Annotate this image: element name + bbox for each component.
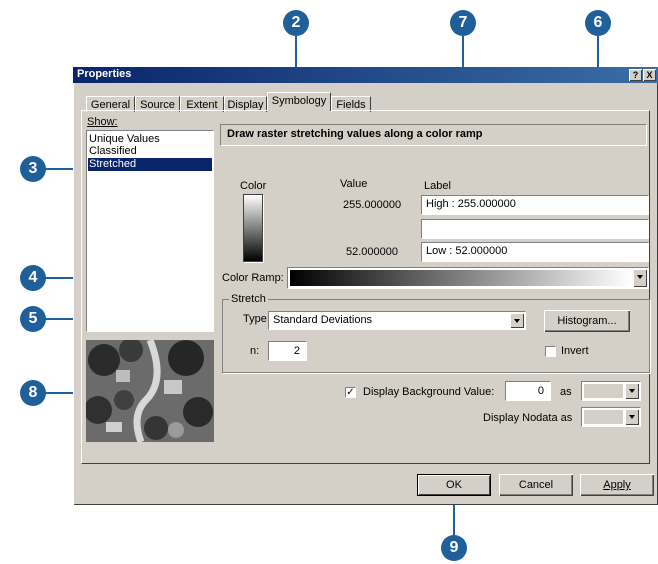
as-label: as [560,386,572,398]
nodata-label: Display Nodata as [483,412,573,424]
show-list: Unique Values Classified Stretched [86,130,214,332]
callout-2: 2 [283,10,309,36]
color-ramp-label: Color Ramp: [222,272,284,284]
chevron-down-icon[interactable] [510,313,524,328]
background-label: Display Background Value: [363,386,495,398]
help-button[interactable]: ? [629,69,642,81]
high-value: 255.000000 [343,199,402,211]
callout-7: 7 [450,10,476,36]
callout-4: 4 [20,265,46,291]
background-value-field[interactable]: 0 [505,381,551,401]
nodata-color-select[interactable] [581,407,641,427]
list-item-classified[interactable]: Classified [89,145,211,157]
histogram-button[interactable]: Histogram... [544,310,630,332]
stretch-type-select[interactable]: Standard Deviations [268,311,526,330]
value-column-label: Value [340,178,368,190]
list-item-stretched[interactable]: Stretched [88,158,212,171]
background-color-select[interactable] [581,381,641,401]
header-box: Draw raster stretching values along a co… [220,124,647,146]
raster-preview-image [86,340,214,442]
low-label-field[interactable]: Low : 52.000000 [421,242,649,262]
stretch-group-label: Stretch [229,293,268,305]
cancel-button[interactable]: Cancel [499,474,573,496]
window-title: Properties [77,68,132,80]
high-label-field[interactable]: High : 255.000000 [421,195,649,215]
middle-label-field[interactable] [421,219,649,239]
type-label: Type: [243,313,270,325]
title-bar: Properties ? X [73,67,658,83]
color-column-label: Color [240,180,267,192]
label-column-label: Label [424,180,451,192]
tab-symbology[interactable]: Symbology [267,92,331,111]
callout-8: 8 [20,380,46,406]
chevron-down-icon[interactable] [625,383,639,399]
callout-3: 3 [20,156,46,182]
chevron-down-icon[interactable] [633,269,647,287]
close-button[interactable]: X [643,69,656,81]
callout-6: 6 [585,10,611,36]
list-item-unique-values[interactable]: Unique Values [89,133,211,145]
background-color-swatch [584,384,623,398]
n-label: n: [250,345,260,357]
callout-9: 9 [441,535,467,561]
color-ramp-select[interactable] [287,267,649,289]
n-field[interactable]: 2 [268,341,307,361]
chevron-down-icon[interactable] [625,409,639,425]
nodata-color-swatch [584,410,623,424]
callout-5: 5 [20,306,46,332]
color-ramp-gradient [290,270,631,286]
show-label: Show: [87,116,118,128]
background-checkbox[interactable]: ✓ [345,387,356,398]
ok-button[interactable]: OK [417,474,491,496]
invert-label: Invert [561,345,589,357]
low-value: 52.000000 [346,246,398,258]
apply-button[interactable]: Apply [580,474,654,496]
invert-checkbox[interactable] [545,346,556,357]
header-text: Draw raster stretching values along a co… [227,128,483,140]
color-preview-swatch[interactable] [243,194,263,262]
